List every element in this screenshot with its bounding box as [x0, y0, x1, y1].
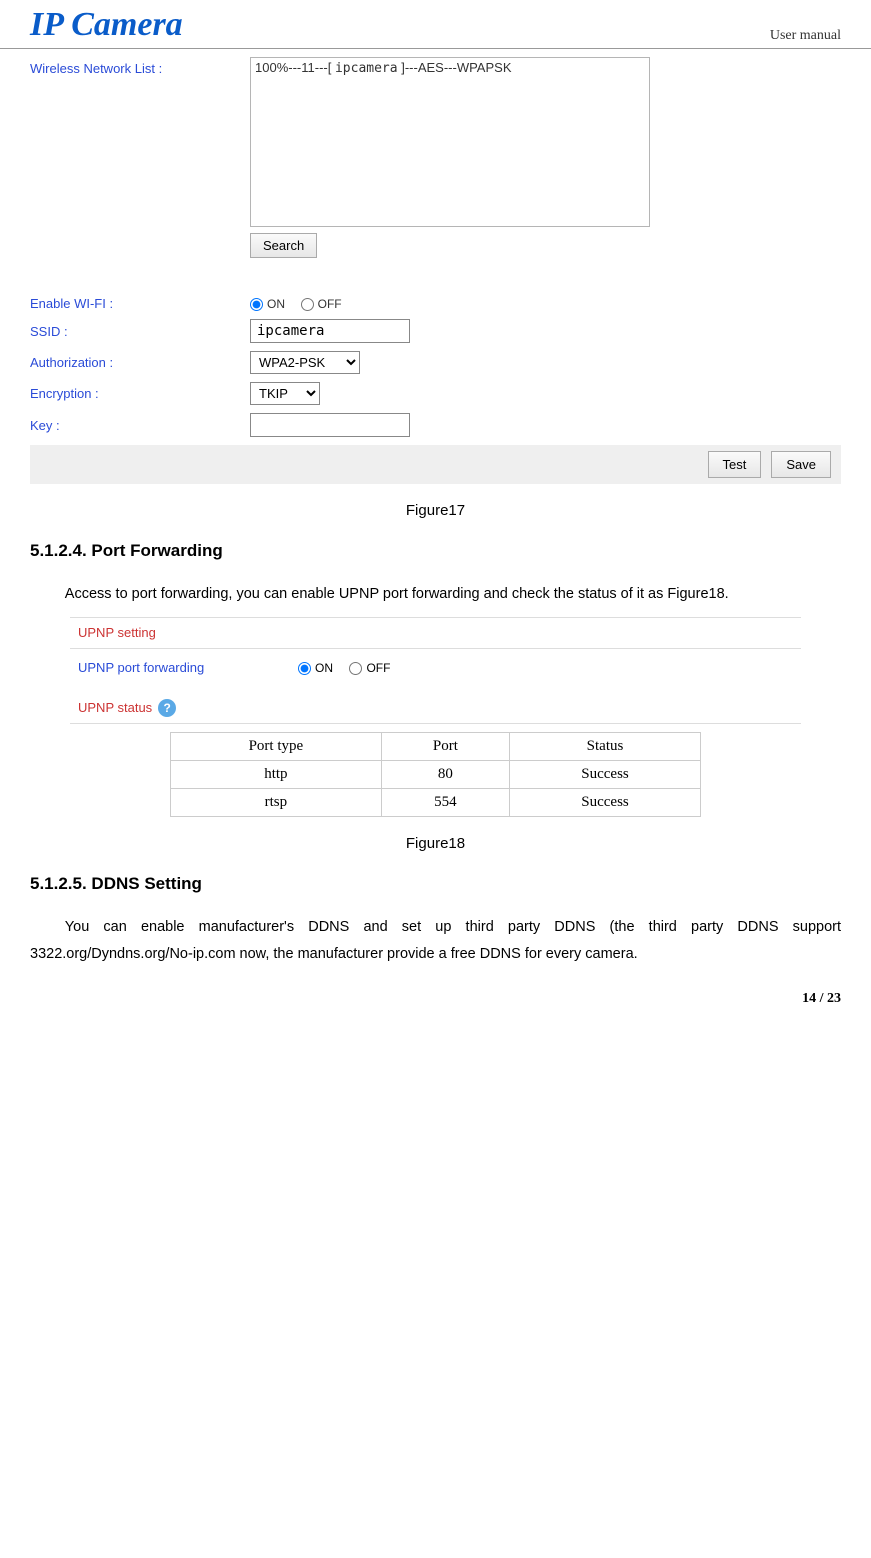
key-input[interactable]	[250, 413, 410, 437]
section-5125-body: You can enable manufacturer's DDNS and s…	[30, 914, 841, 969]
encryption-select[interactable]: TKIP	[250, 382, 320, 405]
col-status: Status	[510, 732, 701, 760]
help-icon[interactable]: ?	[158, 699, 176, 717]
table-header-row: Port type Port Status	[171, 732, 701, 760]
network-list-item[interactable]: 100%---11---[ ipcamera ]---AES---WPAPSK	[255, 60, 645, 76]
upnp-off-radio[interactable]	[349, 662, 362, 675]
search-button[interactable]: Search	[250, 233, 317, 258]
upnp-on-radio[interactable]	[298, 662, 311, 675]
page-header: IP Camera User manual	[0, 0, 871, 49]
wifi-on-radio[interactable]	[250, 298, 263, 311]
ssid-input[interactable]	[250, 319, 410, 343]
page-number: 14 / 23	[802, 991, 841, 1007]
section-5125-heading: 5.1.2.5. DDNS Setting	[30, 874, 841, 894]
section-5124-heading: 5.1.2.4. Port Forwarding	[30, 541, 841, 561]
figure17-caption: Figure17	[30, 502, 841, 519]
upnp-off-radio-label[interactable]: OFF	[349, 661, 390, 675]
wireless-settings-panel: Wireless Network List : 100%---11---[ ip…	[30, 57, 841, 484]
action-bar: Test Save	[30, 445, 841, 484]
enable-wifi-label: Enable WI-FI :	[30, 296, 250, 311]
wifi-off-radio[interactable]	[301, 298, 314, 311]
col-port: Port	[381, 732, 509, 760]
wifi-on-radio-label[interactable]: ON	[250, 297, 285, 311]
wireless-network-listbox[interactable]: 100%---11---[ ipcamera ]---AES---WPAPSK	[250, 57, 650, 227]
upnp-port-forwarding-label: UPNP port forwarding	[78, 660, 298, 675]
table-row: rtsp 554 Success	[171, 788, 701, 816]
authorization-select[interactable]: WPA2-PSK	[250, 351, 360, 374]
test-button[interactable]: Test	[708, 451, 762, 478]
wifi-off-radio-label[interactable]: OFF	[301, 297, 342, 311]
key-label: Key :	[30, 418, 250, 433]
col-port-type: Port type	[171, 732, 382, 760]
logo-text: IP Camera	[30, 8, 183, 42]
upnp-status-table: Port type Port Status http 80 Success rt…	[170, 732, 701, 817]
ssid-label: SSID :	[30, 324, 250, 339]
encryption-label: Encryption :	[30, 386, 250, 401]
doc-title: User manual	[770, 28, 841, 44]
wireless-list-label: Wireless Network List :	[30, 57, 250, 76]
save-button[interactable]: Save	[771, 451, 831, 478]
upnp-on-radio-label[interactable]: ON	[298, 661, 333, 675]
table-row: http 80 Success	[171, 760, 701, 788]
figure18-caption: Figure18	[30, 835, 841, 852]
section-5124-body: Access to port forwarding, you can enabl…	[30, 581, 841, 609]
authorization-label: Authorization :	[30, 355, 250, 370]
upnp-setting-title: UPNP setting	[78, 625, 156, 640]
upnp-status-title: UPNP status	[78, 700, 152, 715]
upnp-panel: UPNP setting UPNP port forwarding ON OFF…	[70, 617, 801, 817]
